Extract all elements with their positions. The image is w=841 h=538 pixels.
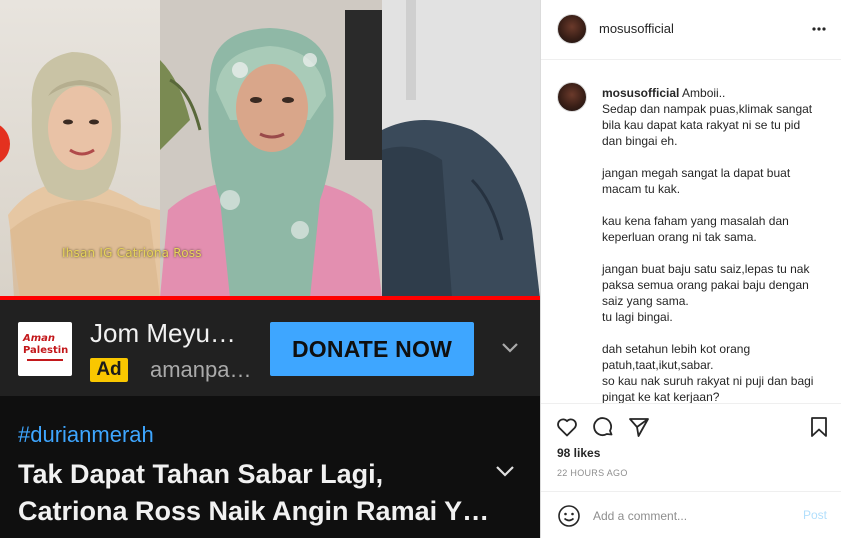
avatar[interactable] bbox=[557, 14, 587, 44]
ad-badge: Ad bbox=[90, 358, 128, 382]
ad-domain[interactable]: amanpa… bbox=[150, 357, 254, 383]
video-title-line1: Tak Dapat Tahan Sabar Lagi, bbox=[18, 459, 384, 489]
caption-scroll-area[interactable]: mosusofficial Amboii.. Sedap dan nampak p… bbox=[541, 61, 841, 403]
donate-now-button[interactable]: DONATE NOW bbox=[270, 322, 474, 376]
caption-line: jangan megah sangat la dapat buat macam … bbox=[602, 166, 791, 196]
ad-title[interactable]: Jom Meyu… bbox=[90, 318, 250, 349]
bookmark-icon[interactable] bbox=[807, 415, 831, 439]
caption-line: dah setahun lebih kot orang patuh,taat,i… bbox=[602, 342, 751, 372]
chevron-down-icon[interactable] bbox=[494, 460, 516, 482]
more-horizontal-icon[interactable] bbox=[811, 23, 827, 35]
caption: mosusofficial Amboii.. Sedap dan nampak p… bbox=[602, 85, 822, 403]
video-hashtag[interactable]: #durianmerah bbox=[18, 422, 154, 448]
ad-logo-line1: Aman bbox=[23, 333, 56, 344]
heart-icon[interactable] bbox=[555, 415, 579, 439]
caption-line: so kau nak suruh rakyat ni puji dan bagi… bbox=[602, 374, 814, 403]
caption-line: Sedap dan nampak puas,klimak sangat bila… bbox=[602, 102, 813, 148]
person-right-illustration bbox=[382, 0, 540, 298]
caption-line: tu lagi bingai. bbox=[602, 310, 673, 324]
post-sidebar: mosusofficial mosusofficial Amboii.. Seda… bbox=[540, 0, 841, 538]
header-username[interactable]: mosusofficial bbox=[599, 21, 674, 36]
caption-line: Amboii.. bbox=[682, 86, 726, 100]
ad-logo-rule bbox=[27, 359, 63, 361]
post-media[interactable]: Ihsan IG Catriona Ross Aman Palestin Jom… bbox=[0, 0, 540, 538]
likes-count[interactable]: 98 likes bbox=[557, 446, 600, 460]
caption-username[interactable]: mosusofficial bbox=[602, 86, 679, 100]
comment-icon[interactable] bbox=[591, 415, 615, 439]
comment-bar: Post bbox=[541, 491, 841, 538]
video-title: Tak Dapat Tahan Sabar Lagi, Catriona Ros… bbox=[18, 456, 488, 530]
ad-logo-line2: Palestin bbox=[23, 345, 69, 356]
caption-line: kau kena faham yang masalah dan keperlua… bbox=[602, 214, 789, 244]
emoji-icon[interactable] bbox=[557, 504, 581, 528]
ad-logo[interactable]: Aman Palestin bbox=[18, 322, 72, 376]
video-panel-right bbox=[382, 0, 540, 298]
comment-input[interactable] bbox=[593, 506, 793, 526]
caption-line: jangan buat baju satu saiz,lepas tu nak … bbox=[602, 262, 810, 308]
send-icon[interactable] bbox=[627, 415, 651, 439]
avatar[interactable] bbox=[557, 82, 587, 112]
chevron-down-icon[interactable] bbox=[500, 338, 520, 358]
post-comment-button[interactable]: Post bbox=[803, 508, 827, 522]
video-frame[interactable]: Ihsan IG Catriona Ross bbox=[0, 0, 540, 298]
post-timestamp[interactable]: 22 HOURS AGO bbox=[557, 468, 628, 478]
post-header: mosusofficial bbox=[541, 0, 841, 60]
video-title-line2: Catriona Ross Naik Angin Ramai Y… bbox=[18, 496, 488, 526]
video-watermark: Ihsan IG Catriona Ross bbox=[62, 246, 202, 260]
post-actions: 98 likes 22 HOURS AGO Post bbox=[541, 403, 841, 538]
